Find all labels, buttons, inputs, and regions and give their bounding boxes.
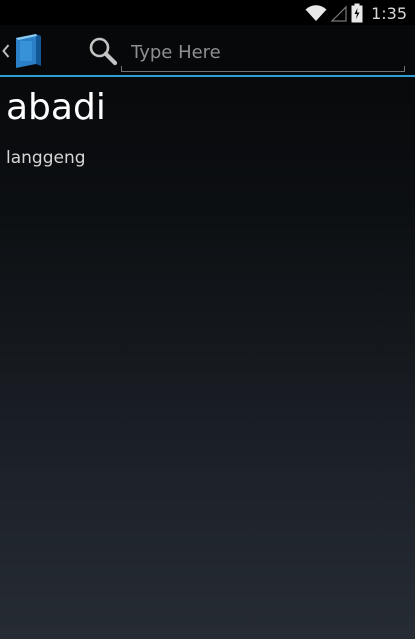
action-bar-divider bbox=[0, 75, 415, 77]
chevron-left-icon bbox=[2, 44, 10, 58]
book-icon bbox=[16, 34, 41, 68]
wifi-icon bbox=[305, 5, 327, 21]
word-title: abadi bbox=[6, 87, 106, 128]
search-input-edge-left bbox=[121, 66, 122, 72]
word-definition: langgeng bbox=[6, 148, 86, 168]
status-bar: 1:35 bbox=[0, 0, 415, 25]
signal-icon bbox=[331, 5, 347, 22]
search-input[interactable] bbox=[121, 34, 405, 72]
home-up-button[interactable] bbox=[2, 30, 48, 72]
search-icon[interactable] bbox=[87, 35, 119, 67]
search-input-edge-right bbox=[404, 66, 405, 72]
status-icons: 1:35 bbox=[305, 3, 407, 23]
battery-icon bbox=[351, 3, 363, 23]
status-time: 1:35 bbox=[371, 3, 407, 23]
screen: 1:35 abadi langgeng bbox=[0, 0, 415, 639]
